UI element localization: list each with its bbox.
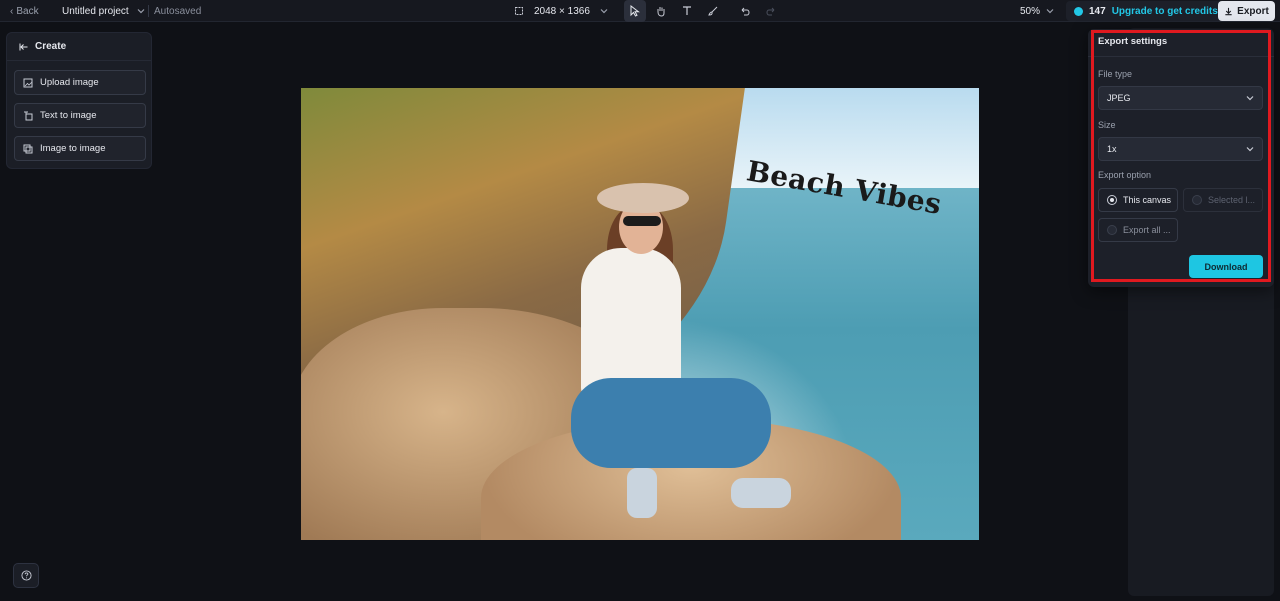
- option-label: Selected l...: [1208, 195, 1256, 205]
- zoom-dropdown[interactable]: 50%: [1020, 0, 1054, 22]
- undo-button[interactable]: [734, 0, 756, 22]
- export-option-label: Export option: [1098, 170, 1152, 180]
- upload-image-label: Upload image: [40, 77, 99, 88]
- image-image-icon: [23, 144, 33, 153]
- size-select[interactable]: 1x: [1098, 137, 1263, 161]
- create-panel-title: Create: [35, 41, 67, 52]
- radio-selected-icon: [1107, 195, 1117, 205]
- text-tool[interactable]: [676, 0, 698, 22]
- upload-image-button[interactable]: Upload image: [14, 70, 146, 95]
- option-label: This canvas: [1123, 195, 1172, 205]
- help-icon: [20, 570, 32, 581]
- chevron-left-icon: ‹: [10, 5, 14, 17]
- help-button[interactable]: [13, 563, 39, 588]
- hand-icon: [657, 7, 665, 17]
- chevron-down-icon: [600, 9, 608, 14]
- person-shirt: [581, 248, 681, 398]
- image-to-image-button[interactable]: Image to image: [14, 136, 146, 161]
- person-shoe: [627, 468, 657, 518]
- export-option-selected-layers: Selected l...: [1183, 188, 1263, 212]
- radio-icon: [1192, 195, 1202, 205]
- size-value: 1x: [1107, 144, 1117, 154]
- brush-tool[interactable]: [702, 0, 724, 22]
- credits-button[interactable]: 147 Upgrade to get credits: [1066, 1, 1226, 21]
- chevron-down-icon: [1246, 147, 1254, 152]
- cursor-icon: [630, 5, 640, 17]
- divider: [1088, 56, 1274, 57]
- chevron-down-icon: [1246, 96, 1254, 101]
- redo-icon: [766, 7, 775, 16]
- option-label: Export all ...: [1123, 225, 1171, 235]
- upgrade-link[interactable]: Upgrade to get credits: [1112, 6, 1218, 17]
- image-to-image-label: Image to image: [40, 143, 106, 154]
- export-option-export-all[interactable]: Export all ...: [1098, 218, 1178, 242]
- export-label: Export: [1237, 5, 1269, 17]
- text-icon: [683, 6, 691, 15]
- person-shoe: [731, 478, 791, 508]
- resize-icon: [515, 7, 523, 15]
- tool-group: [624, 0, 782, 22]
- download-button[interactable]: Download: [1189, 255, 1263, 278]
- export-button[interactable]: Export: [1218, 1, 1275, 21]
- download-icon: [1225, 7, 1232, 15]
- upload-image-icon: [23, 78, 33, 87]
- zoom-level: 50%: [1020, 5, 1041, 17]
- export-settings-popover: Export settings File type JPEG Size 1x E…: [1088, 29, 1274, 287]
- project-name-dropdown[interactable]: Untitled project: [62, 0, 145, 22]
- file-type-value: JPEG: [1107, 93, 1131, 103]
- brush-icon: [708, 6, 718, 16]
- export-option-this-canvas[interactable]: This canvas: [1098, 188, 1178, 212]
- radio-icon: [1107, 225, 1117, 235]
- text-to-image-label: Text to image: [40, 110, 97, 121]
- file-type-select[interactable]: JPEG: [1098, 86, 1263, 110]
- top-bar: ‹ Back Untitled project Autosaved 2048 ×…: [0, 0, 1280, 22]
- canvas-size: 2048 × 1366: [534, 5, 590, 17]
- back-button[interactable]: ‹ Back: [10, 0, 39, 22]
- size-label: Size: [1098, 120, 1116, 130]
- divider: [148, 5, 149, 17]
- text-image-icon: [24, 111, 33, 120]
- save-status: Autosaved: [154, 5, 202, 17]
- person-sunglasses: [623, 216, 661, 226]
- canvas-size-dropdown[interactable]: 2048 × 1366: [514, 0, 608, 22]
- file-type-label: File type: [1098, 69, 1133, 79]
- chevron-down-icon: [1046, 9, 1054, 14]
- credits-count: 147: [1089, 5, 1106, 17]
- export-settings-title: Export settings: [1098, 36, 1168, 47]
- credits-icon: [1074, 6, 1083, 16]
- text-to-image-button[interactable]: Text to image: [14, 103, 146, 128]
- redo-button[interactable]: [760, 0, 782, 22]
- person-hat: [597, 183, 689, 213]
- chevron-down-icon: [137, 9, 145, 14]
- undo-icon: [741, 7, 750, 16]
- create-panel: Create Upload image Text to image Image …: [6, 32, 152, 169]
- person-jeans: [571, 378, 771, 468]
- create-panel-header[interactable]: Create: [7, 33, 151, 61]
- project-name: Untitled project: [62, 5, 129, 17]
- hand-tool[interactable]: [650, 0, 672, 22]
- canvas-image[interactable]: Beach Vibes: [301, 88, 979, 540]
- collapse-left-icon: [19, 43, 28, 50]
- select-tool[interactable]: [624, 0, 646, 22]
- back-label: Back: [16, 5, 39, 17]
